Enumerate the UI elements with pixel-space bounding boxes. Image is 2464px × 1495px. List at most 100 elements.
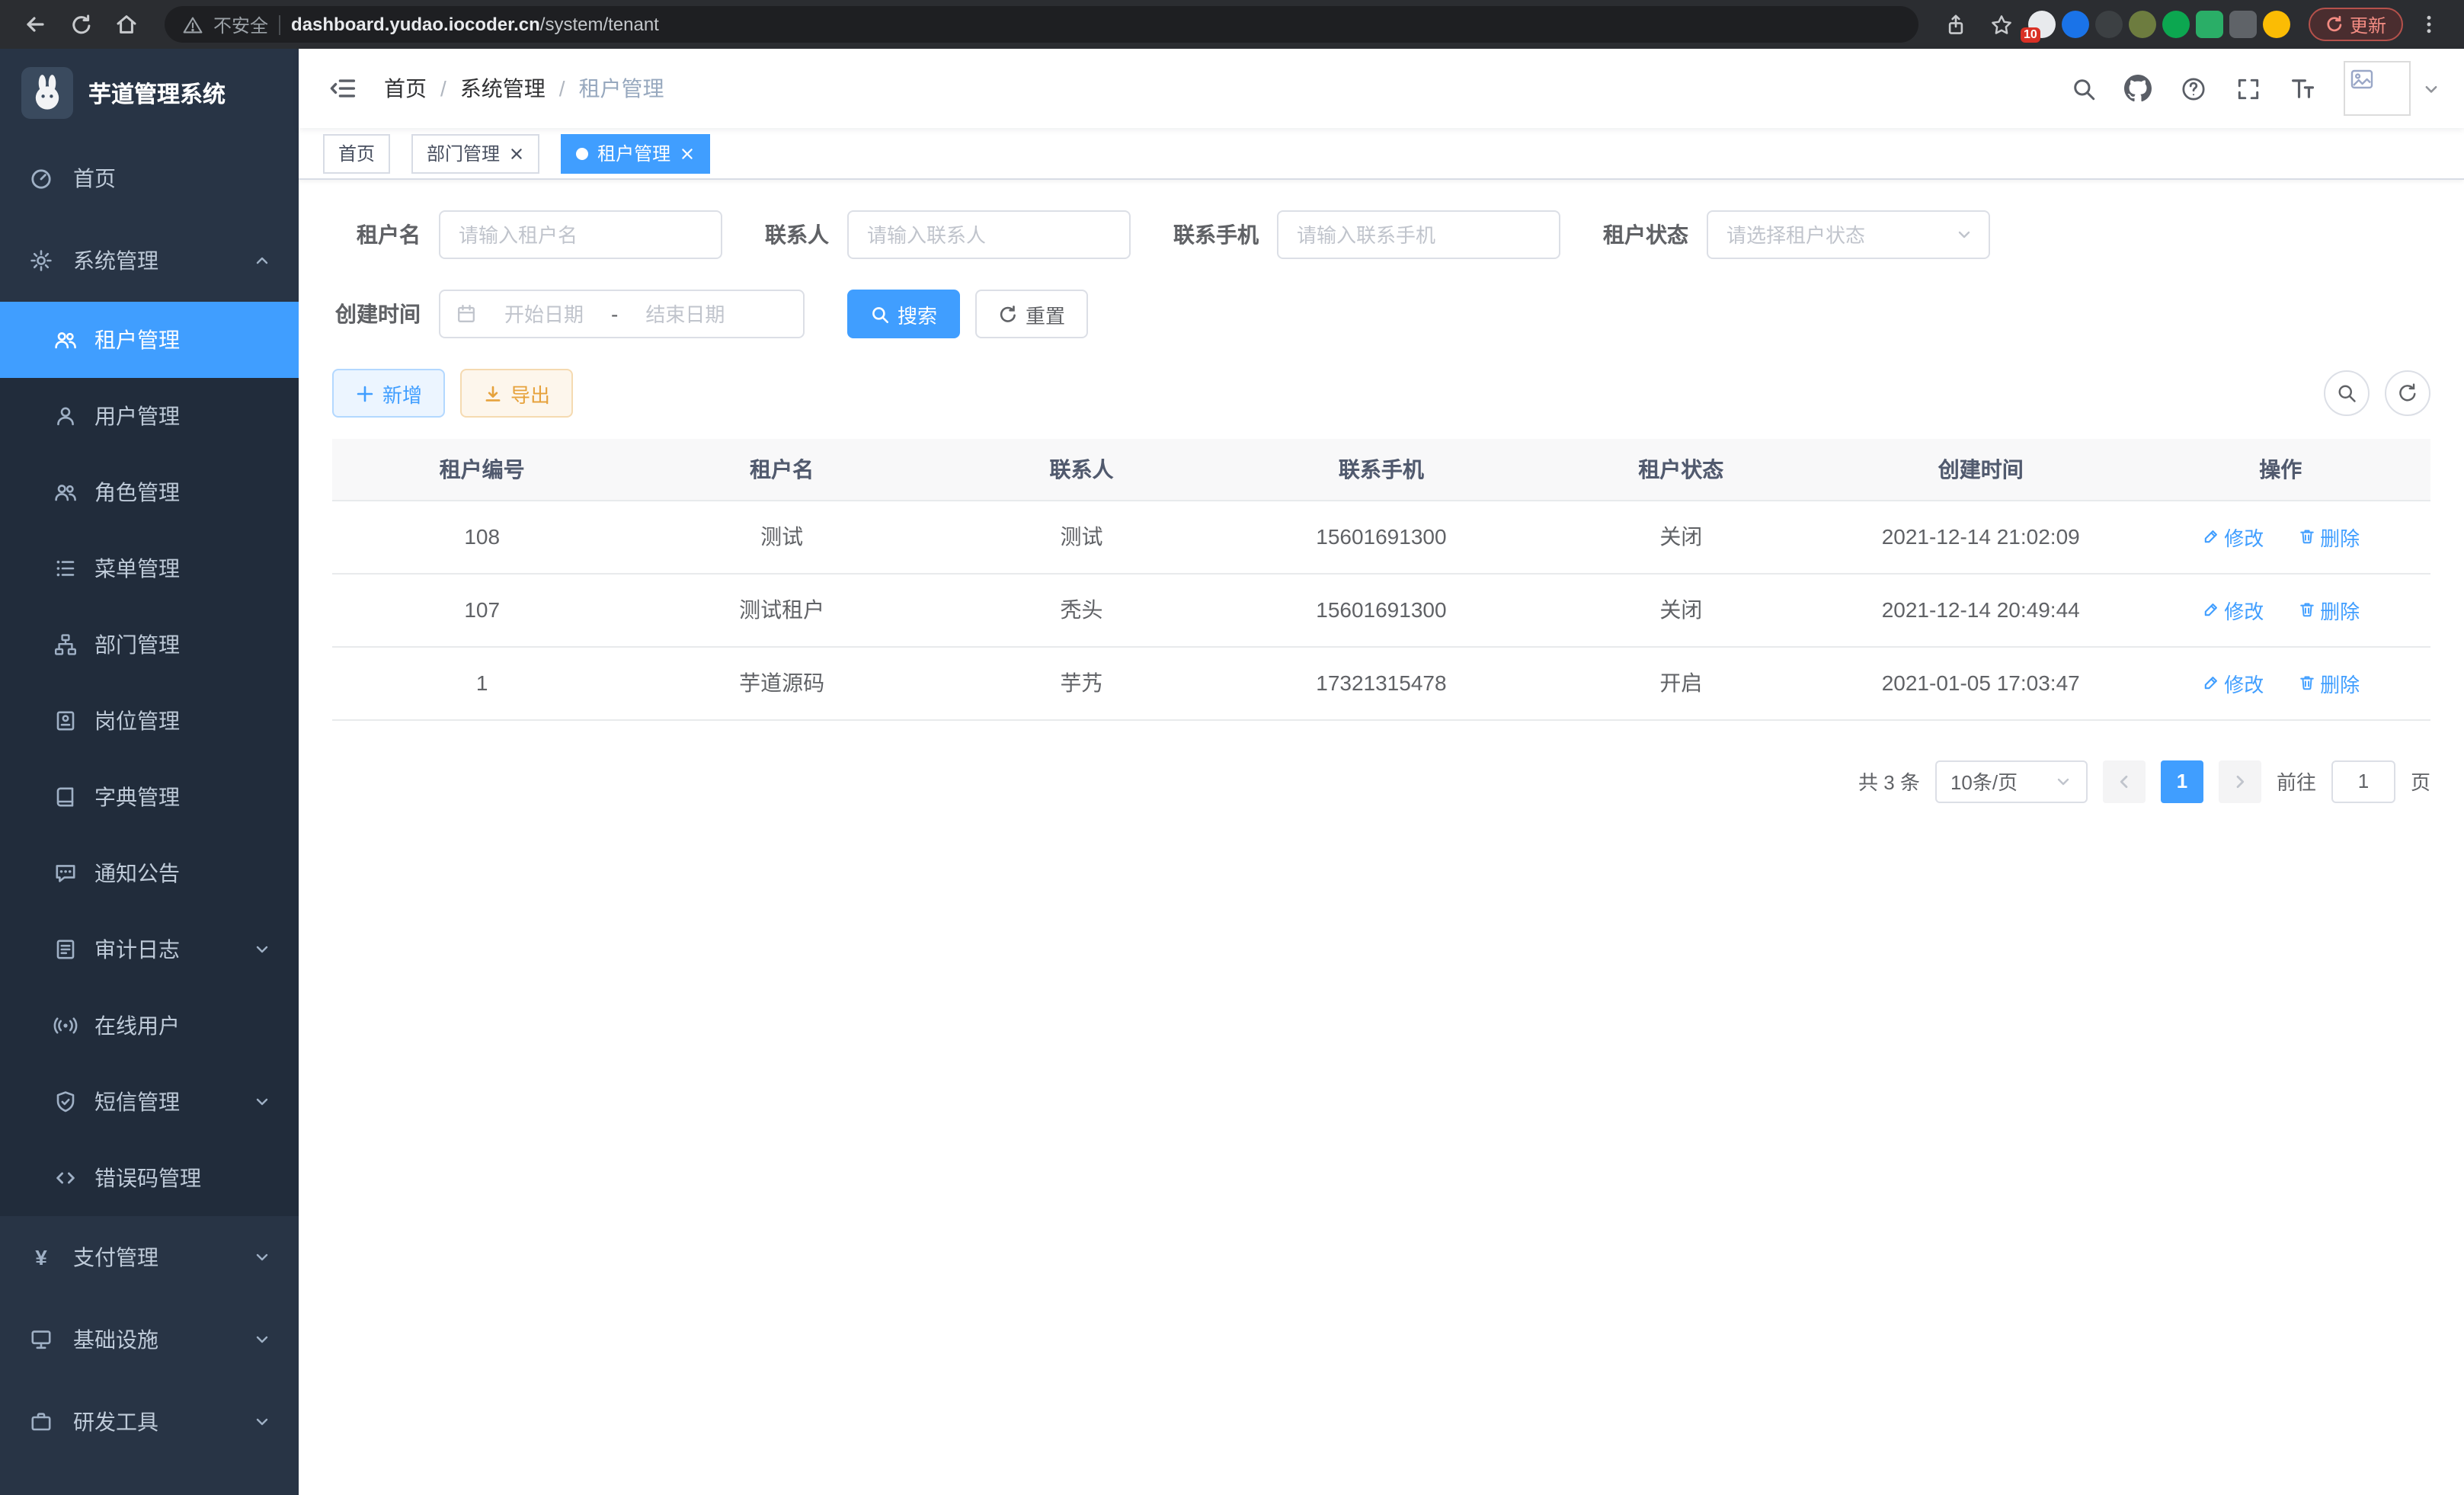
sidebar-item-tenant[interactable]: 租户管理 bbox=[0, 302, 299, 378]
sidebar-item-label: 基础设施 bbox=[73, 1324, 158, 1355]
page-unit-label: 页 bbox=[2411, 767, 2430, 796]
gear-icon bbox=[27, 248, 55, 273]
font-size-icon[interactable] bbox=[2280, 66, 2325, 111]
message-icon bbox=[52, 861, 79, 885]
sidebar-item-label: 菜单管理 bbox=[94, 553, 180, 584]
sidebar-item-audit-log[interactable]: 审计日志 bbox=[0, 911, 299, 988]
tenant-status-select[interactable] bbox=[1707, 210, 1990, 259]
app-title: 芋道管理系统 bbox=[88, 77, 226, 109]
sidebar-item-user[interactable]: 用户管理 bbox=[0, 378, 299, 454]
next-page-button[interactable] bbox=[2219, 760, 2261, 802]
start-date-input[interactable] bbox=[486, 301, 602, 327]
help-icon[interactable] bbox=[2170, 66, 2216, 111]
sidebar-item-system[interactable]: 系统管理 bbox=[0, 219, 299, 302]
prev-page-button[interactable] bbox=[2103, 760, 2146, 802]
extension-icon-5[interactable] bbox=[2162, 11, 2190, 38]
extension-icon-8[interactable] bbox=[2263, 11, 2290, 38]
sidebar-item-role[interactable]: 角色管理 bbox=[0, 454, 299, 530]
contact-mobile-input[interactable] bbox=[1294, 222, 1544, 248]
page-number-button[interactable]: 1 bbox=[2161, 760, 2203, 802]
sidebar-item-sms[interactable]: 短信管理 bbox=[0, 1064, 299, 1140]
tree-list-icon bbox=[52, 556, 79, 581]
sidebar: 芋道管理系统 首页 系统管理 bbox=[0, 49, 299, 1495]
avatar[interactable] bbox=[2344, 61, 2411, 116]
fullscreen-icon[interactable] bbox=[2225, 66, 2270, 111]
sidebar-item-post[interactable]: 岗位管理 bbox=[0, 683, 299, 759]
monitor-icon bbox=[27, 1327, 55, 1352]
tab-home[interactable]: 首页 bbox=[323, 133, 390, 173]
toolbox-icon bbox=[27, 1410, 55, 1434]
sidebar-item-dept[interactable]: 部门管理 bbox=[0, 607, 299, 683]
page-size-select[interactable]: 10条/页 bbox=[1935, 760, 2088, 802]
tab-tenant[interactable]: 租户管理 bbox=[561, 133, 710, 173]
sidebar-item-dict[interactable]: 字典管理 bbox=[0, 759, 299, 835]
share-icon[interactable] bbox=[1937, 5, 1976, 44]
col-contact: 联系人 bbox=[932, 439, 1231, 500]
refresh-button[interactable] bbox=[2385, 370, 2430, 416]
add-button[interactable]: 新增 bbox=[332, 369, 445, 418]
browser-menu-icon[interactable] bbox=[2409, 5, 2449, 44]
edit-link[interactable]: 修改 bbox=[2201, 668, 2264, 697]
field-label: 联系人 bbox=[765, 219, 829, 250]
date-range-picker[interactable]: - bbox=[439, 290, 805, 338]
extension-icon-7[interactable] bbox=[2229, 11, 2257, 38]
export-button-label: 导出 bbox=[510, 379, 550, 408]
export-button[interactable]: 导出 bbox=[460, 369, 573, 418]
sidebar-item-errcode[interactable]: 错误码管理 bbox=[0, 1140, 299, 1216]
delete-link[interactable]: 删除 bbox=[2297, 668, 2360, 697]
tenant-name-input[interactable] bbox=[456, 222, 706, 248]
toggle-search-button[interactable] bbox=[2324, 370, 2370, 416]
tab-dept[interactable]: 部门管理 bbox=[411, 133, 539, 173]
sidebar-fold-icon[interactable] bbox=[323, 69, 363, 108]
github-icon[interactable] bbox=[2115, 66, 2161, 111]
extension-icon-4[interactable] bbox=[2129, 11, 2156, 38]
sidebar-item-menu-mgmt[interactable]: 菜单管理 bbox=[0, 530, 299, 607]
cell-create-time: 2021-12-14 21:02:09 bbox=[1831, 500, 2130, 573]
extension-icon-2[interactable] bbox=[2062, 11, 2089, 38]
sidebar-item-label: 错误码管理 bbox=[94, 1163, 201, 1193]
edit-link[interactable]: 修改 bbox=[2201, 522, 2264, 551]
extension-icon-6[interactable] bbox=[2196, 11, 2223, 38]
sidebar-item-label: 审计日志 bbox=[94, 934, 180, 965]
edit-link[interactable]: 修改 bbox=[2201, 595, 2264, 624]
reset-button[interactable]: 重置 bbox=[975, 290, 1088, 338]
search-button[interactable]: 搜索 bbox=[847, 290, 960, 338]
delete-link[interactable]: 删除 bbox=[2297, 522, 2360, 551]
top-navbar: 首页 / 系统管理 / 租户管理 bbox=[299, 49, 2464, 128]
sidebar-item-online-user[interactable]: 在线用户 bbox=[0, 988, 299, 1064]
contact-name-input[interactable] bbox=[864, 222, 1114, 248]
chrome-update-button[interactable]: 更新 bbox=[2309, 8, 2403, 41]
chevron-up-icon bbox=[253, 251, 271, 270]
address-bar[interactable]: 不安全 dashboard.yudao.iocoder.cn/system/te… bbox=[165, 6, 1918, 43]
end-date-input[interactable] bbox=[627, 301, 743, 327]
sidebar-item-infra[interactable]: 基础设施 bbox=[0, 1298, 299, 1381]
tab-label: 租户管理 bbox=[597, 140, 670, 166]
tenant-status-select-input[interactable] bbox=[1723, 222, 1946, 248]
home-button[interactable] bbox=[107, 5, 146, 44]
header-search-icon[interactable] bbox=[2060, 66, 2106, 111]
bookmark-star-icon[interactable] bbox=[1982, 5, 2022, 44]
extension-icon-1[interactable]: 10 bbox=[2028, 11, 2056, 38]
sidebar-item-notice[interactable]: 通知公告 bbox=[0, 835, 299, 911]
tab-label: 首页 bbox=[338, 140, 375, 166]
sidebar-item-label: 通知公告 bbox=[94, 858, 180, 888]
chevron-down-icon bbox=[1955, 226, 1973, 244]
breadcrumb-home[interactable]: 首页 bbox=[384, 73, 427, 104]
back-button[interactable] bbox=[15, 5, 55, 44]
navbar-actions bbox=[2060, 61, 2440, 116]
sidebar-item-home[interactable]: 首页 bbox=[0, 137, 299, 219]
delete-link[interactable]: 删除 bbox=[2297, 595, 2360, 624]
app-logo[interactable]: 芋道管理系统 bbox=[0, 49, 299, 137]
tags-view: 首页 部门管理 租户管理 bbox=[299, 128, 2464, 180]
extension-icon-3[interactable] bbox=[2095, 11, 2123, 38]
cell-mobile: 15601691300 bbox=[1231, 500, 1531, 573]
breadcrumb-system[interactable]: 系统管理 bbox=[460, 73, 546, 104]
sidebar-item-devtools[interactable]: 研发工具 bbox=[0, 1381, 299, 1463]
close-icon[interactable] bbox=[509, 146, 524, 161]
caret-down-icon[interactable] bbox=[2423, 80, 2440, 97]
sidebar-item-pay[interactable]: ¥ 支付管理 bbox=[0, 1216, 299, 1298]
table-row: 108 测试 测试 15601691300 关闭 2021-12-14 21:0… bbox=[332, 500, 2430, 573]
close-icon[interactable] bbox=[680, 146, 695, 161]
reload-button[interactable] bbox=[61, 5, 101, 44]
goto-page-input[interactable] bbox=[2331, 760, 2395, 802]
